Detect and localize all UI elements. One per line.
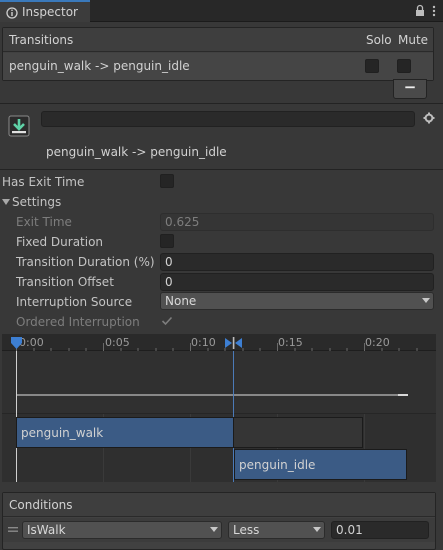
ordered-interruption-label: Ordered Interruption — [16, 315, 140, 329]
has-exit-time-checkbox[interactable] — [160, 174, 174, 188]
transition-offset-field[interactable]: 0 — [160, 273, 434, 291]
playhead-marker-icon[interactable] — [11, 337, 22, 349]
exit-time-label: Exit Time — [16, 215, 72, 229]
clip-penguin-walk[interactable]: penguin_walk — [16, 417, 234, 448]
mute-column-label: Mute — [398, 33, 429, 47]
transition-range-handle-icon[interactable] — [225, 337, 242, 349]
transition-duration-label: Transition Duration (%) — [16, 255, 155, 269]
transition-name: penguin_walk -> penguin_idle — [9, 59, 190, 73]
transition-icon — [8, 115, 30, 137]
lock-icon[interactable] — [415, 4, 425, 17]
tab-inspector[interactable]: Inspector — [0, 0, 90, 22]
clip-idle-label: penguin_idle — [239, 458, 316, 472]
clip-penguin-idle[interactable]: penguin_idle — [234, 449, 407, 480]
transition-offset-label: Transition Offset — [16, 275, 114, 289]
transitions-list: Transitions Solo Mute penguin_walk -> pe… — [2, 27, 434, 81]
section-divider — [0, 103, 443, 104]
dropdown-arrow-icon — [422, 298, 430, 304]
dropdown-arrow-icon — [210, 527, 218, 533]
settings-foldout-label[interactable]: Settings — [12, 195, 61, 209]
clip-walk-label: penguin_walk — [21, 426, 104, 440]
transitions-title: Transitions — [9, 33, 74, 47]
foldout-arrow-icon[interactable] — [2, 198, 10, 206]
fixed-duration-label: Fixed Duration — [16, 235, 104, 249]
timeline-ruler[interactable]: 0:00 0:05 0:10 0:15 0:20 — [2, 334, 436, 351]
gear-icon[interactable] — [423, 112, 435, 124]
inspector-icon — [6, 7, 18, 19]
condition-parameter-dropdown[interactable]: IsWalk — [22, 521, 222, 539]
condition-mode-value: Less — [233, 523, 260, 537]
exit-time-field: 0.625 — [160, 213, 434, 231]
transitions-header: Transitions Solo Mute — [3, 28, 433, 52]
section-divider — [0, 169, 443, 170]
transition-duration-field[interactable]: 0 — [160, 253, 434, 271]
condition-mode-dropdown[interactable]: Less — [228, 521, 325, 539]
drag-handle-icon[interactable] — [8, 527, 18, 533]
conditions-list: Conditions IsWalk Less 0.01 — [2, 492, 436, 550]
checkmark-icon — [161, 315, 173, 327]
conditions-title: Conditions — [9, 498, 73, 512]
tab-title: Inspector — [22, 5, 78, 19]
conditions-header: Conditions — [3, 493, 435, 517]
transition-subtitle: penguin_walk -> penguin_idle — [46, 145, 227, 159]
dropdown-arrow-icon — [313, 527, 321, 533]
interruption-source-value: None — [165, 294, 197, 308]
condition-value-field[interactable]: 0.01 — [331, 521, 429, 539]
mute-checkbox[interactable] — [397, 59, 411, 73]
tab-bar: Inspector — [0, 0, 443, 22]
clip-penguin-walk-tail — [234, 417, 363, 448]
remove-transition-button[interactable]: − — [393, 79, 427, 99]
fixed-duration-checkbox[interactable] — [160, 234, 174, 248]
has-exit-time-label: Has Exit Time — [2, 175, 85, 189]
ruler-ticks — [16, 343, 418, 351]
transition-row[interactable]: penguin_walk -> penguin_idle — [3, 53, 433, 80]
solo-column-label: Solo — [366, 33, 392, 47]
transition-curve-area — [2, 351, 436, 414]
condition-row[interactable]: IsWalk Less 0.01 — [3, 518, 435, 542]
condition-parameter-value: IsWalk — [27, 523, 66, 537]
solo-checkbox[interactable] — [365, 59, 379, 73]
menu-icon[interactable] — [432, 5, 436, 17]
interruption-source-dropdown[interactable]: None — [160, 292, 434, 310]
transition-timeline[interactable]: 0:00 0:05 0:10 0:15 0:20 penguin_walk pe… — [2, 334, 436, 482]
interruption-source-label: Interruption Source — [16, 295, 133, 309]
transition-name-field[interactable] — [41, 111, 415, 127]
